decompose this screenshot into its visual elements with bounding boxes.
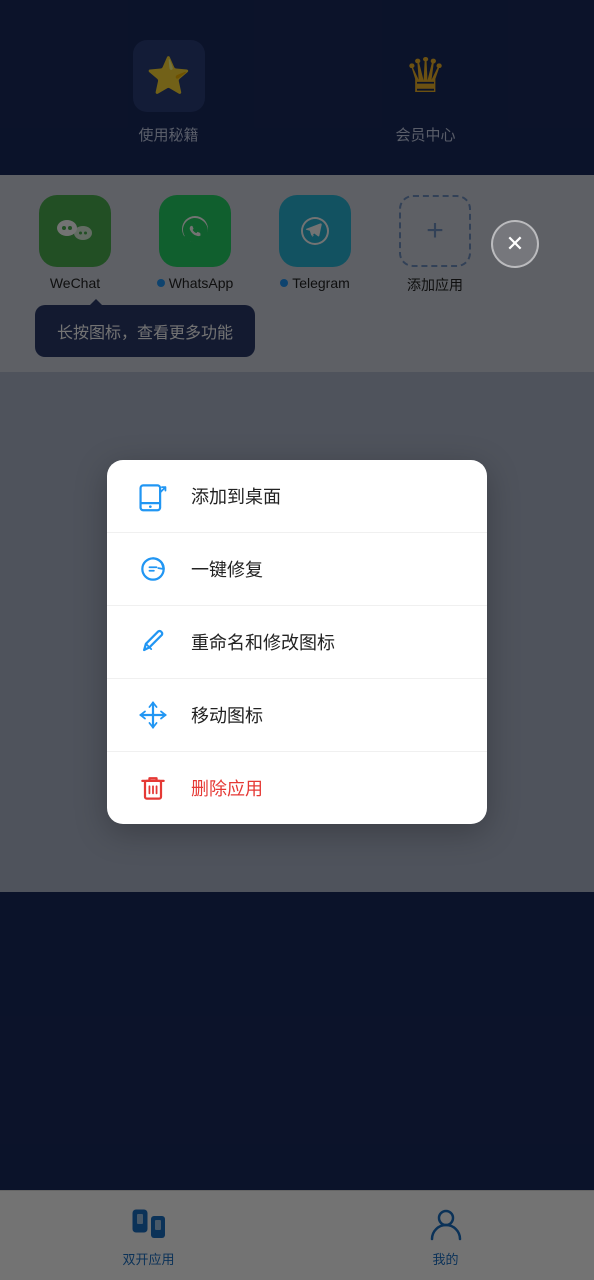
menu-item-move[interactable]: 移动图标 — [107, 679, 487, 752]
tablet-icon — [135, 478, 171, 514]
menu-label-add-to-desktop: 添加到桌面 — [191, 483, 281, 509]
menu-label-delete: 删除应用 — [191, 775, 263, 801]
pencil-icon — [135, 624, 171, 660]
close-button[interactable]: ✕ — [491, 220, 539, 268]
move-icon — [135, 697, 171, 733]
menu-item-delete[interactable]: 删除应用 — [107, 752, 487, 824]
menu-label-move: 移动图标 — [191, 702, 263, 728]
menu-label-repair: 一键修复 — [191, 556, 263, 582]
context-menu: 添加到桌面 一键修复 重命名和修改图标 — [107, 460, 487, 824]
menu-item-repair[interactable]: 一键修复 — [107, 533, 487, 606]
close-icon: ✕ — [506, 231, 524, 257]
menu-label-rename: 重命名和修改图标 — [191, 629, 335, 655]
trash-icon — [135, 770, 171, 806]
repair-icon — [135, 551, 171, 587]
menu-item-rename[interactable]: 重命名和修改图标 — [107, 606, 487, 679]
menu-item-add-to-desktop[interactable]: 添加到桌面 — [107, 460, 487, 533]
